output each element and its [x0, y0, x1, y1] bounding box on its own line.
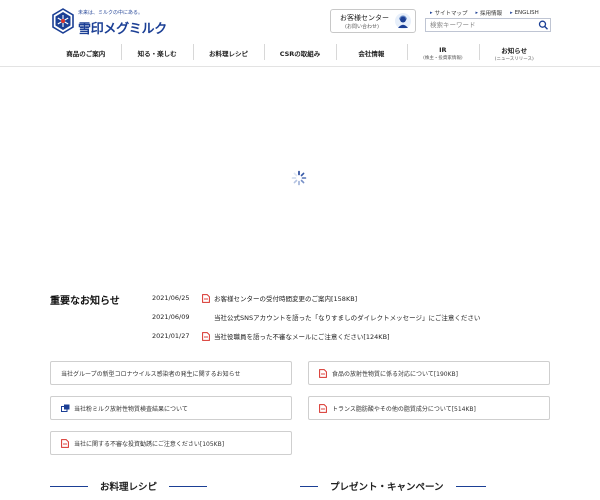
loading-spinner-icon: [291, 170, 307, 186]
link-box-covid-notice[interactable]: 当社グループの新型コロナウイルス感染者の発生に関するお知らせ: [50, 361, 292, 385]
news-date: 2021/06/25: [152, 294, 190, 302]
operator-headset-icon: [395, 13, 411, 29]
chevron-right-icon: ▸: [475, 10, 479, 16]
snow-crystal-logo-icon: [52, 8, 74, 34]
pdf-icon: [61, 438, 71, 448]
english-link[interactable]: ▸ ENGLISH: [510, 8, 539, 18]
news-title: 当社役職員を語った不審なメールにご注意ください[124KB]: [214, 333, 390, 341]
nav-products[interactable]: 商品のご案内: [50, 41, 121, 65]
recipe-section-heading: お料理レシピ: [50, 479, 208, 493]
nav-learn-enjoy[interactable]: 知る・楽しむ: [121, 41, 192, 65]
site-search: [425, 18, 551, 32]
news-item[interactable]: 2021/06/09 当社公式SNSアカウントを語った「なりすましのダイレクトメ…: [152, 312, 480, 322]
search-icon[interactable]: [538, 20, 549, 30]
nav-news[interactable]: お知らせ (ニュースリリース): [478, 41, 550, 65]
recruit-link[interactable]: ▸ 採用情報: [476, 8, 503, 18]
nav-company[interactable]: 会社情報: [335, 41, 407, 65]
logo-wordmark: 雪印メグミルク: [78, 22, 167, 37]
link-box-trans-fat[interactable]: トランス脂肪酸やその他の脂質成分について[514KB]: [308, 396, 550, 420]
link-box-label: 当社に関する不審な投資勧誘にご注意ください[105KB]: [74, 440, 225, 448]
important-notices-heading: 重要なお知らせ: [50, 296, 120, 307]
news-title: 当社公式SNSアカウントを語った「なりすましのダイレクトメッセージ」にご注意くだ…: [214, 314, 481, 322]
link-box-radioactive-food[interactable]: 食品の放射性物質に係る対応について[190KB]: [308, 361, 550, 385]
heading-rule: [169, 485, 208, 487]
link-box-label: トランス脂肪酸やその他の脂質成分について[514KB]: [332, 405, 476, 413]
pdf-icon: [202, 293, 212, 303]
news-title: お客様センターの受付時間変更のご案内[158KB]: [214, 295, 358, 303]
news-date: 2021/01/27: [152, 332, 190, 340]
recipe-section-title: お料理レシピ: [100, 482, 158, 493]
link-box-label: 当社粉ミルク放射性物質検査結果について: [74, 405, 188, 413]
news-item[interactable]: 2021/06/25 お客様センターの受付時間変更のご案内[158KB]: [152, 293, 357, 303]
nav-ir[interactable]: IR (株主・投資家情報): [407, 41, 478, 65]
news-date: 2021/06/09: [152, 313, 190, 321]
pdf-icon: [319, 403, 329, 413]
campaign-section-title: プレゼント・キャンペーン: [330, 482, 444, 493]
pdf-icon: [319, 368, 329, 378]
heading-rule: [455, 485, 486, 487]
nav-csr[interactable]: CSRの取組み: [264, 41, 335, 65]
customer-center-button[interactable]: お客様センター (お問い合わせ): [330, 9, 416, 33]
heading-rule: [300, 485, 318, 487]
link-box-investment-fraud[interactable]: 当社に関する不審な投資勧誘にご注意ください[105KB]: [50, 431, 292, 455]
heading-rule: [50, 485, 88, 487]
customer-center-title: お客様センター: [340, 14, 389, 22]
news-item[interactable]: 2021/01/27 当社役職員を語った不審なメールにご注意ください[124KB…: [152, 331, 390, 341]
customer-center-subtitle: (お問い合わせ): [345, 24, 379, 30]
logo-tagline: 未来は、ミルクの中にある。: [78, 10, 144, 16]
link-box-powdered-milk-test[interactable]: 当社粉ミルク放射性物質検査結果について: [50, 396, 292, 420]
utility-links: ▸ サイトマップ ▸ 採用情報 ▸ ENGLISH: [430, 8, 539, 18]
chevron-right-icon: ▸: [430, 10, 433, 16]
external-window-icon: [61, 404, 71, 412]
company-logo[interactable]: 未来は、ミルクの中にある。 雪印メグミルク: [50, 8, 167, 37]
global-nav: 商品のご案内 知る・楽しむ お料理レシピ CSRの取組み 会社情報 IR (株主・…: [50, 41, 550, 65]
search-input[interactable]: [426, 19, 534, 31]
nav-recipes[interactable]: お料理レシピ: [192, 41, 264, 65]
campaign-section-heading: プレゼント・キャンペーン: [300, 479, 486, 493]
link-box-label: 食品の放射性物質に係る対応について[190KB]: [332, 370, 459, 378]
pdf-icon: [202, 331, 212, 341]
sitemap-link[interactable]: ▸ サイトマップ: [430, 8, 468, 18]
link-box-label: 当社グループの新型コロナウイルス感染者の発生に関するお知らせ: [61, 370, 241, 378]
nav-divider: [0, 66, 600, 67]
chevron-right-icon: ▸: [510, 10, 513, 16]
